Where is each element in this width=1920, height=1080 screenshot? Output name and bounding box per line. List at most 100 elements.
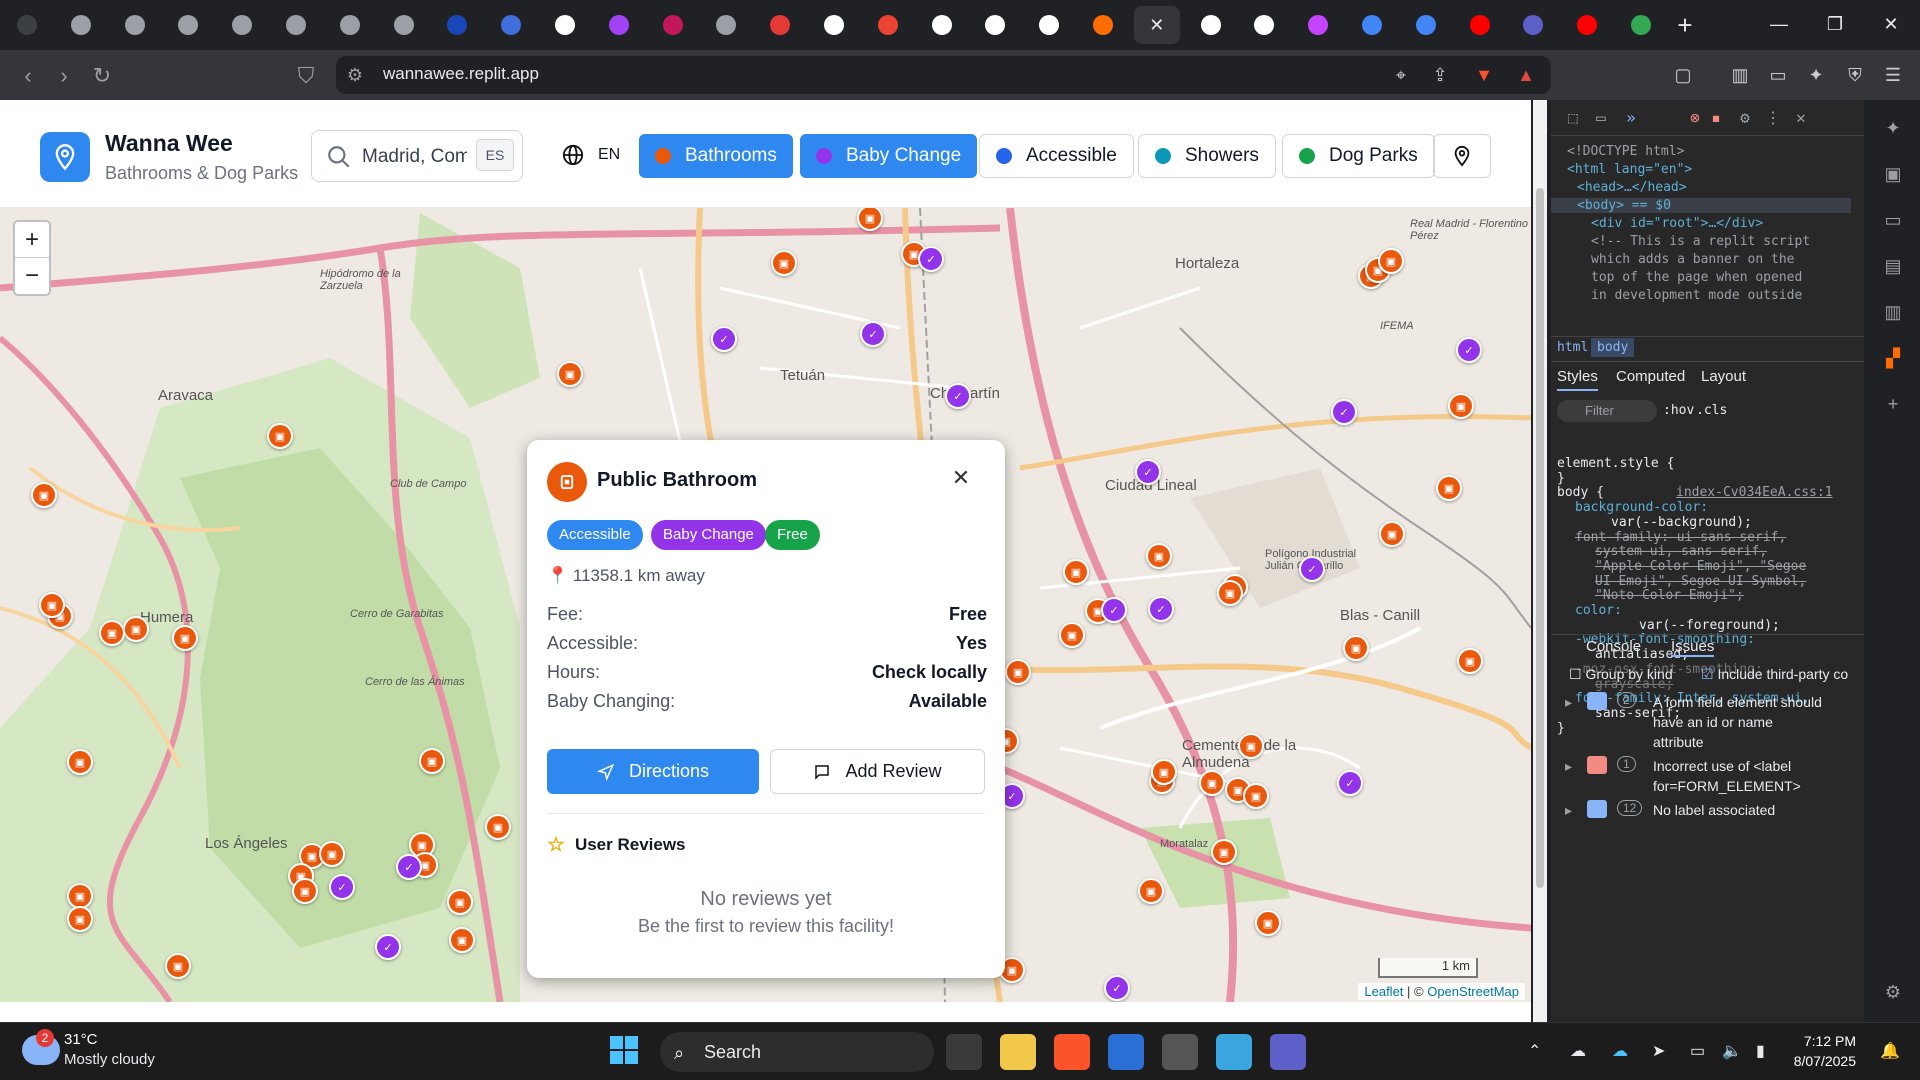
- browser-tab[interactable]: [1080, 6, 1126, 44]
- browser-tab[interactable]: [327, 6, 373, 44]
- browser-tab[interactable]: [1403, 6, 1449, 44]
- bathroom-marker[interactable]: ▣: [485, 814, 511, 840]
- bathroom-marker[interactable]: ▣: [267, 423, 293, 449]
- baby-change-marker[interactable]: ✓: [1148, 596, 1174, 622]
- bathroom-marker[interactable]: ▣: [1255, 910, 1281, 936]
- bathroom-marker[interactable]: ▣: [172, 625, 198, 651]
- start-button[interactable]: [608, 1034, 644, 1070]
- browser-tab[interactable]: [811, 6, 857, 44]
- bookmarks-sidebar-icon[interactable]: ▣: [1881, 162, 1905, 186]
- bathroom-marker[interactable]: ▣: [1379, 521, 1405, 547]
- dom-node-line[interactable]: which adds a banner on the: [1591, 252, 1795, 267]
- leo-sidebar-icon[interactable]: ✦: [1881, 116, 1905, 140]
- add-review-button[interactable]: Add Review: [770, 749, 985, 794]
- language-current[interactable]: EN: [598, 146, 620, 164]
- reload-icon[interactable]: ↻: [88, 62, 116, 90]
- bathroom-marker[interactable]: ▣: [1238, 733, 1264, 759]
- locate-me-button[interactable]: [1433, 134, 1491, 178]
- file-explorer-icon[interactable]: [1000, 1034, 1036, 1070]
- browser-tab[interactable]: [596, 6, 642, 44]
- browser-tab[interactable]: [488, 6, 534, 44]
- location-icon[interactable]: ⌖: [1388, 62, 1414, 88]
- browser-tab[interactable]: [273, 6, 319, 44]
- expand-arrow-icon[interactable]: ▸: [1565, 694, 1572, 711]
- bathroom-marker[interactable]: ▣: [447, 889, 473, 915]
- bathroom-marker[interactable]: ▣: [39, 592, 65, 618]
- close-tab-icon[interactable]: ✕: [1149, 15, 1164, 36]
- baby-change-marker[interactable]: ✓: [396, 854, 422, 880]
- bathroom-marker[interactable]: ▣: [1151, 759, 1177, 785]
- more-panels-icon[interactable]: »: [1619, 106, 1643, 130]
- back-icon[interactable]: ‹: [14, 62, 42, 90]
- store-icon[interactable]: [1108, 1034, 1144, 1070]
- browser-tab[interactable]: [1241, 6, 1287, 44]
- tray-overflow-icon[interactable]: ⌃: [1528, 1041, 1541, 1061]
- close-window-button[interactable]: ✕: [1862, 0, 1920, 48]
- task-view-icon[interactable]: [946, 1034, 982, 1070]
- site-info-icon[interactable]: ⚙: [342, 62, 368, 88]
- browser-tab[interactable]: [1026, 6, 1072, 44]
- browser-tab[interactable]: [434, 6, 480, 44]
- menu-icon[interactable]: ☰: [1880, 62, 1906, 88]
- baby-change-marker[interactable]: ✓: [1331, 399, 1357, 425]
- directions-button[interactable]: Directions: [547, 749, 759, 794]
- bathroom-marker[interactable]: ▣: [1378, 248, 1404, 274]
- breadcrumb-body[interactable]: body: [1591, 338, 1635, 357]
- bathroom-marker[interactable]: ▣: [319, 841, 345, 867]
- baby-change-marker[interactable]: ✓: [1337, 770, 1363, 796]
- baby-change-marker[interactable]: ✓: [1135, 459, 1161, 485]
- network-icon[interactable]: ☁: [1570, 1041, 1586, 1061]
- browser-tab[interactable]: [757, 6, 803, 44]
- bathroom-marker[interactable]: ▣: [1059, 622, 1085, 648]
- bathroom-marker[interactable]: ▣: [1211, 839, 1237, 865]
- bathroom-marker[interactable]: ▣: [1005, 659, 1031, 685]
- onedrive-icon[interactable]: ☁: [1612, 1041, 1628, 1061]
- browser-tab[interactable]: [1457, 6, 1503, 44]
- wallet-icon[interactable]: ▭: [1765, 62, 1791, 88]
- baby-change-marker[interactable]: ✓: [1101, 597, 1127, 623]
- bathroom-marker[interactable]: ▣: [123, 616, 149, 642]
- share-icon[interactable]: ⇪: [1427, 62, 1453, 88]
- tab-issues[interactable]: Issues: [1671, 638, 1715, 657]
- leaflet-link[interactable]: Leaflet: [1364, 984, 1403, 999]
- wallet-sidebar-icon[interactable]: ▭: [1881, 208, 1905, 232]
- osm-link[interactable]: OpenStreetMap: [1427, 984, 1519, 999]
- group-by-kind-checkbox[interactable]: ☐ Group by kind: [1569, 666, 1673, 683]
- baby-change-marker[interactable]: ✓: [1299, 556, 1325, 582]
- bathroom-marker[interactable]: ▣: [292, 878, 318, 904]
- kebab-menu-icon[interactable]: ⋮: [1761, 106, 1785, 130]
- language-es-button[interactable]: ES: [476, 139, 514, 171]
- clock-app-icon[interactable]: [1162, 1034, 1198, 1070]
- bathroom-marker[interactable]: ▣: [1243, 783, 1269, 809]
- taskbar-search[interactable]: Search: [660, 1032, 934, 1072]
- hov-toggle[interactable]: :hov: [1663, 403, 1694, 418]
- baby-change-marker[interactable]: ✓: [918, 246, 944, 272]
- expand-arrow-icon[interactable]: ▸: [1565, 758, 1572, 775]
- issues-icon[interactable]: ▪: [1704, 106, 1728, 130]
- weather-desc[interactable]: Mostly cloudy: [64, 1051, 155, 1068]
- tab-layout[interactable]: Layout: [1701, 368, 1746, 385]
- filter-baby-change[interactable]: Baby Change: [800, 134, 978, 178]
- popup-close-button[interactable]: ✕: [947, 464, 975, 492]
- browser-tab[interactable]: [381, 6, 427, 44]
- reading-list-icon[interactable]: ▤: [1881, 254, 1905, 278]
- breadcrumb-html[interactable]: html: [1557, 340, 1588, 355]
- notifications-icon[interactable]: 🔔: [1880, 1041, 1900, 1061]
- volume-icon[interactable]: 🔈: [1722, 1041, 1742, 1061]
- browser-tab[interactable]: [865, 6, 911, 44]
- bathroom-marker[interactable]: ▣: [1217, 580, 1243, 606]
- bathroom-marker[interactable]: ▣: [771, 250, 797, 276]
- baby-change-marker[interactable]: ✓: [711, 326, 737, 352]
- bathroom-marker[interactable]: ▣: [1138, 878, 1164, 904]
- maximize-button[interactable]: ❐: [1806, 0, 1864, 48]
- tab-console[interactable]: Console: [1586, 638, 1641, 655]
- filter-showers[interactable]: Showers: [1138, 134, 1276, 178]
- bathroom-marker[interactable]: ▣: [1146, 543, 1172, 569]
- bathroom-marker[interactable]: ▣: [1457, 648, 1483, 674]
- bathroom-marker[interactable]: ▣: [67, 749, 93, 775]
- filter-bathrooms[interactable]: Bathrooms: [639, 134, 793, 178]
- replit-sidebar-icon[interactable]: ▞: [1881, 346, 1905, 370]
- dom-node-line[interactable]: <html lang="en">: [1567, 162, 1692, 177]
- cls-toggle[interactable]: .cls: [1696, 403, 1727, 418]
- tab-styles[interactable]: Styles: [1557, 368, 1598, 391]
